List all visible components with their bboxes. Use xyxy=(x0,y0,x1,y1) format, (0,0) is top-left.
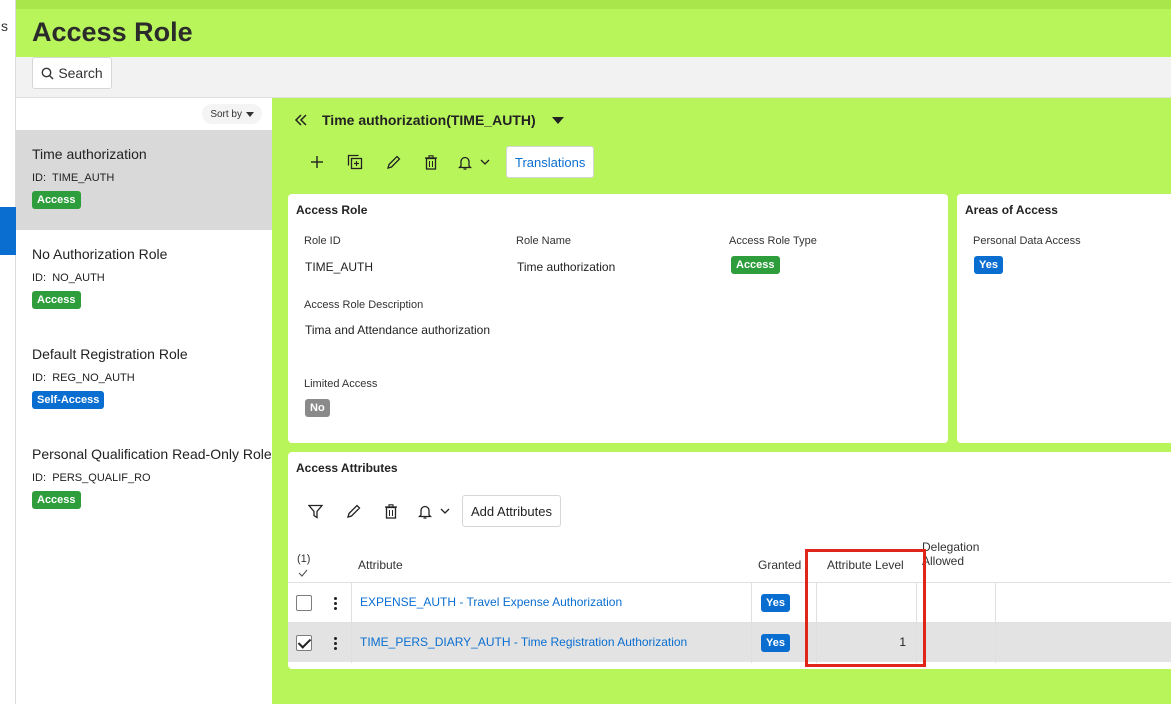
attribute-link[interactable]: EXPENSE_AUTH - Travel Expense Authorizat… xyxy=(360,595,622,609)
rail-active-indicator[interactable] xyxy=(0,207,16,255)
list-item-badge: Self-Access xyxy=(32,391,105,409)
description-label: Access Role Description xyxy=(304,299,424,311)
selected-count: (1) xyxy=(297,553,311,565)
table-row[interactable]: EXPENSE_AUTH - Travel Expense Authorizat… xyxy=(288,582,1171,623)
list-item-badge: Access xyxy=(32,191,81,209)
check-icon xyxy=(298,569,308,577)
list-item-name: Time authorization xyxy=(32,146,147,162)
list-item-no-auth[interactable]: No Authorization Role ID: NO_AUTH Access xyxy=(16,230,272,330)
list-item-id: ID: NO_AUTH xyxy=(32,272,105,284)
attribute-link[interactable]: TIME_PERS_DIARY_AUTH - Time Registration… xyxy=(360,635,687,649)
chevron-down-icon xyxy=(480,159,490,165)
copy-icon xyxy=(347,154,363,170)
areas-of-access-card: Areas of Access Personal Data Access Yes xyxy=(957,194,1171,443)
add-attributes-button[interactable]: Add Attributes xyxy=(462,495,561,527)
delete-attributes-button[interactable] xyxy=(372,496,410,526)
list-item-id: ID: REG_NO_AUTH xyxy=(32,372,135,384)
list-item-badge: Access xyxy=(32,491,81,509)
role-name-label: Role Name xyxy=(516,235,572,247)
rail-letter: s xyxy=(1,18,8,34)
access-attributes-card: Access Attributes Add Attributes (1) Att… xyxy=(288,452,1171,669)
list-item-id: ID: PERS_QUALIF_RO xyxy=(32,472,151,484)
column-header-granted[interactable]: Granted xyxy=(758,558,801,572)
chevron-down-icon xyxy=(246,111,254,117)
list-item-name: Default Registration Role xyxy=(32,346,188,362)
search-bar: Search xyxy=(16,57,1171,98)
role-list: Sort by Time authorization ID: TIME_AUTH… xyxy=(16,98,272,704)
pencil-icon xyxy=(346,504,360,518)
personal-data-access-badge: Yes xyxy=(974,256,1003,274)
table-row[interactable]: TIME_PERS_DIARY_AUTH - Time Registration… xyxy=(288,622,1171,663)
add-button[interactable] xyxy=(298,147,336,177)
granted-badge: Yes xyxy=(761,594,790,612)
card-title: Access Attributes xyxy=(296,461,398,475)
translations-button[interactable]: Translations xyxy=(506,146,595,178)
detail-header: Time authorization(TIME_AUTH) xyxy=(294,112,564,128)
access-role-card: Access Role Role ID TIME_AUTH Role Name … xyxy=(288,194,948,443)
chevron-down-icon xyxy=(440,508,450,514)
search-icon xyxy=(41,67,54,79)
role-type-badge: Access xyxy=(731,256,780,274)
role-type-label: Access Role Type xyxy=(729,235,817,247)
list-item-pers-qualif-ro[interactable]: Personal Qualification Read-Only Role ID… xyxy=(16,430,272,530)
plus-icon xyxy=(311,156,323,168)
sort-by-button[interactable]: Sort by xyxy=(202,104,262,124)
limited-access-label: Limited Access xyxy=(304,378,378,390)
column-header-attribute-level[interactable]: Attribute Level xyxy=(827,558,904,572)
edit-attributes-button[interactable] xyxy=(334,496,372,526)
sort-by-label: Sort by xyxy=(210,108,242,120)
list-item-badge: Access xyxy=(32,291,81,309)
column-header-delegation-allowed[interactable]: Delegation Allowed xyxy=(922,540,979,568)
trash-icon xyxy=(385,503,397,519)
left-rail: s xyxy=(0,0,16,704)
filter-button[interactable] xyxy=(296,496,334,526)
attribute-level-value: 1 xyxy=(899,635,906,649)
list-item-name: No Authorization Role xyxy=(32,246,168,262)
card-title: Areas of Access xyxy=(965,203,1058,217)
pencil-icon xyxy=(386,155,400,169)
search-button[interactable]: Search xyxy=(32,57,112,89)
search-label: Search xyxy=(58,65,103,81)
bell-icon xyxy=(458,156,472,170)
attributes-notification-button[interactable] xyxy=(410,496,458,526)
page-title: Access Role xyxy=(32,17,193,47)
title-bar: Access Role xyxy=(16,0,1171,57)
personal-data-access-label: Personal Data Access xyxy=(973,235,1081,247)
filter-icon xyxy=(307,504,323,519)
limited-access-badge: No xyxy=(305,399,330,417)
row-actions-menu[interactable] xyxy=(330,593,340,613)
column-header-attribute[interactable]: Attribute xyxy=(358,558,403,572)
attributes-toolbar: Add Attributes xyxy=(296,495,561,527)
detail-title: Time authorization(TIME_AUTH) xyxy=(322,112,536,128)
trash-icon xyxy=(425,154,437,170)
delete-button[interactable] xyxy=(412,147,450,177)
description-value: Tima and Attendance authorization xyxy=(305,323,491,337)
duplicate-button[interactable] xyxy=(336,147,374,177)
detail-panel: Time authorization(TIME_AUTH) Translatio… xyxy=(272,98,1171,704)
edit-button[interactable] xyxy=(374,147,412,177)
bell-icon xyxy=(418,505,432,519)
detail-toolbar: Translations xyxy=(298,146,595,178)
list-item-id: ID: TIME_AUTH xyxy=(32,172,115,184)
row-checkbox[interactable] xyxy=(296,595,312,611)
role-id-label: Role ID xyxy=(304,235,341,247)
list-item-time-auth[interactable]: Time authorization ID: TIME_AUTH Access xyxy=(16,130,272,230)
title-dropdown-icon[interactable] xyxy=(551,116,564,124)
row-actions-menu[interactable] xyxy=(330,633,340,653)
notification-menu-button[interactable] xyxy=(450,147,498,177)
card-title: Access Role xyxy=(296,203,368,217)
role-name-value: Time authorization xyxy=(517,260,616,274)
collapse-double-chevron-icon[interactable] xyxy=(294,113,308,127)
granted-badge: Yes xyxy=(761,634,790,652)
role-id-value: TIME_AUTH xyxy=(305,260,374,274)
list-item-reg-no-auth[interactable]: Default Registration Role ID: REG_NO_AUT… xyxy=(16,330,272,430)
row-checkbox[interactable] xyxy=(296,635,312,651)
list-item-name: Personal Qualification Read-Only Role xyxy=(32,446,272,462)
